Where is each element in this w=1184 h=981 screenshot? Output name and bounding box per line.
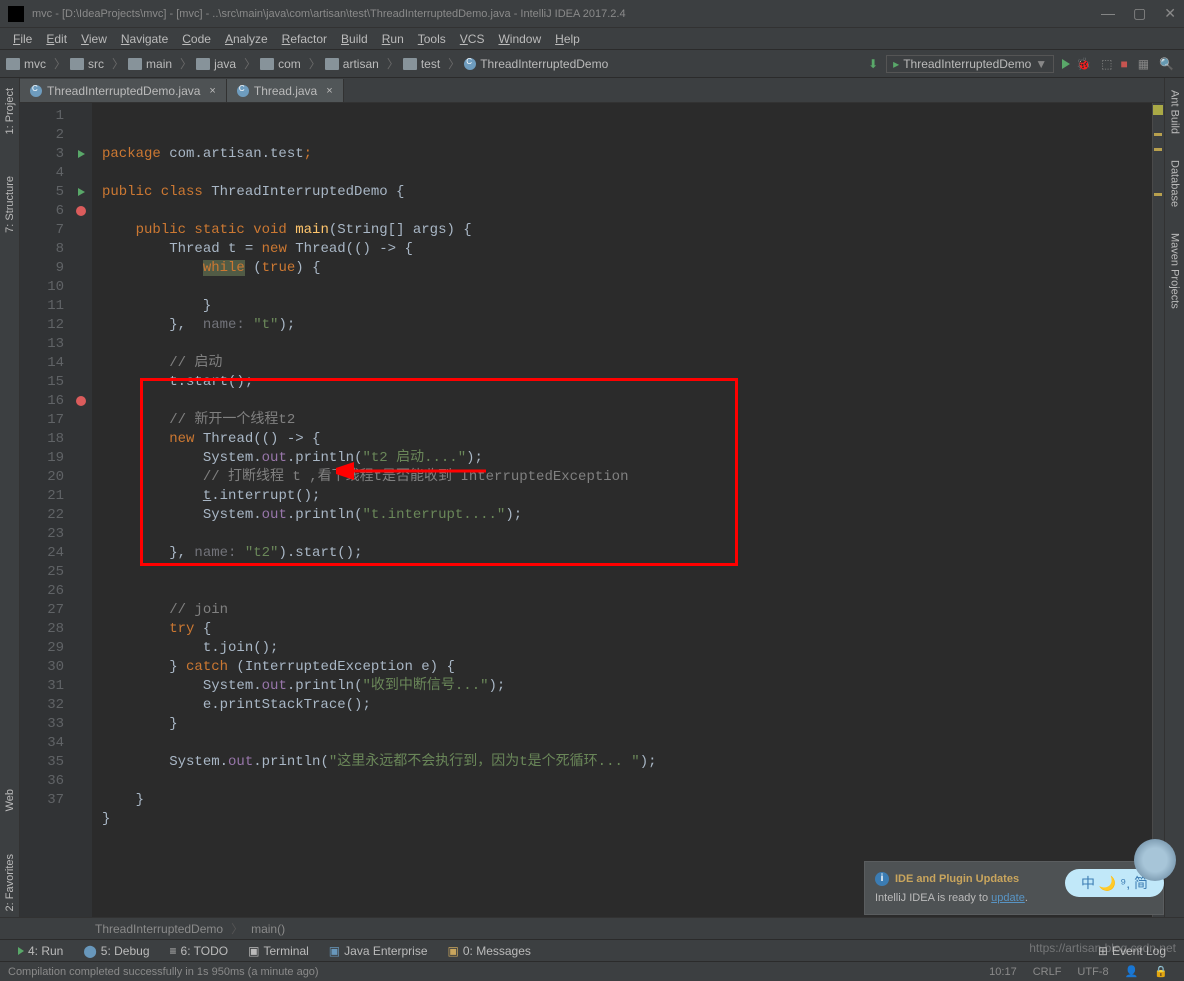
titlebar: mvc - [D:\IdeaProjects\mvc] - [mvc] - ..… bbox=[0, 0, 1184, 28]
info-icon: i bbox=[875, 872, 889, 886]
menu-help[interactable]: Help bbox=[548, 32, 587, 46]
breadcrumb-artisan[interactable]: artisan bbox=[325, 57, 379, 71]
sidetab-favorites[interactable]: 2: Favorites bbox=[2, 848, 18, 917]
menu-view[interactable]: View bbox=[74, 32, 114, 46]
search-icon[interactable]: 🔍 bbox=[1159, 57, 1174, 71]
sidetab-database[interactable]: Database bbox=[1167, 156, 1183, 211]
warning-marker[interactable] bbox=[1154, 133, 1162, 136]
status-message: Compilation completed successfully in 1s… bbox=[8, 966, 319, 978]
right-tool-gutter: Ant Build Database Maven Projects bbox=[1164, 78, 1184, 917]
tab-messages[interactable]: ▣0: Messages bbox=[438, 944, 541, 958]
breadcrumb-com[interactable]: com bbox=[260, 57, 301, 71]
tab-java-enterprise[interactable]: ▣Java Enterprise bbox=[319, 944, 438, 958]
notif-update-link[interactable]: update bbox=[991, 892, 1025, 904]
build-icon[interactable]: ⬇ bbox=[868, 57, 878, 71]
menu-code[interactable]: Code bbox=[175, 32, 218, 46]
tab-run[interactable]: 4: Run bbox=[8, 944, 73, 958]
code-editor[interactable]: 1234567891011121314151617181920212223242… bbox=[20, 103, 1164, 917]
line-gutter: 1234567891011121314151617181920212223242… bbox=[20, 103, 70, 917]
menubar: FileEditViewNavigateCodeAnalyzeRefactorB… bbox=[0, 28, 1184, 50]
run-config-selector[interactable]: ▸ ThreadInterruptedDemo ▼ bbox=[886, 55, 1054, 73]
warning-marker[interactable] bbox=[1154, 148, 1162, 151]
breakpoint-icon[interactable] bbox=[76, 396, 86, 406]
sidetab-structure[interactable]: 7: Structure bbox=[2, 170, 18, 239]
avatar-image bbox=[1134, 839, 1176, 881]
close-tab-icon[interactable]: × bbox=[326, 85, 332, 97]
sidetab-maven[interactable]: Maven Projects bbox=[1167, 229, 1183, 313]
breadcrumb-src[interactable]: src bbox=[70, 57, 104, 71]
code-text[interactable]: package com.artisan.test; public class T… bbox=[92, 103, 1152, 917]
debug-icon[interactable]: 🐞 bbox=[1076, 57, 1091, 71]
gutter-markers[interactable] bbox=[70, 103, 92, 917]
menu-tools[interactable]: Tools bbox=[411, 32, 453, 46]
notif-title: IDE and Plugin Updates bbox=[895, 873, 1019, 885]
window-title: mvc - [D:\IdeaProjects\mvc] - [mvc] - ..… bbox=[32, 8, 1101, 20]
breadcrumb-java[interactable]: java bbox=[196, 57, 236, 71]
tab-todo[interactable]: ≡6: TODO bbox=[160, 944, 239, 958]
bottom-breadcrumb: ThreadInterruptedDemo 〉 main() bbox=[0, 917, 1184, 939]
warning-marker[interactable] bbox=[1154, 193, 1162, 196]
menu-vcs[interactable]: VCS bbox=[453, 32, 492, 46]
minimize-button[interactable]: — bbox=[1101, 5, 1115, 22]
tab-terminal[interactable]: ▣Terminal bbox=[238, 944, 319, 958]
menu-window[interactable]: Window bbox=[491, 32, 548, 46]
event-log-button[interactable]: ⊞Event Log bbox=[1088, 944, 1176, 958]
crumb-method[interactable]: main() bbox=[251, 922, 285, 936]
menu-edit[interactable]: Edit bbox=[39, 32, 74, 46]
sidetab-project[interactable]: 1: Project bbox=[2, 82, 18, 140]
stop-icon[interactable]: ■ bbox=[1120, 57, 1127, 71]
line-separator[interactable]: CRLF bbox=[1025, 966, 1070, 978]
intellij-icon bbox=[8, 6, 24, 22]
maximize-button[interactable]: ▢ bbox=[1133, 5, 1146, 22]
class-icon bbox=[464, 58, 476, 70]
caret-position[interactable]: 10:17 bbox=[981, 966, 1025, 978]
bottom-toolbar: 4: Run ⬤5: Debug ≡6: TODO ▣Terminal ▣Jav… bbox=[0, 939, 1184, 961]
menu-analyze[interactable]: Analyze bbox=[218, 32, 275, 46]
analysis-indicator[interactable] bbox=[1153, 105, 1163, 115]
sidetab-web[interactable]: Web bbox=[2, 783, 18, 817]
editor-tab[interactable]: ThreadInterruptedDemo.java× bbox=[20, 79, 227, 102]
run-gutter-icon[interactable] bbox=[78, 188, 85, 196]
error-stripe[interactable] bbox=[1152, 103, 1164, 917]
sidetab-ant[interactable]: Ant Build bbox=[1167, 86, 1183, 138]
menu-navigate[interactable]: Navigate bbox=[114, 32, 175, 46]
menu-file[interactable]: File bbox=[6, 32, 39, 46]
breadcrumb-mvc[interactable]: mvc bbox=[6, 57, 46, 71]
editor-tabbar: ThreadInterruptedDemo.java×Thread.java× bbox=[20, 78, 1164, 103]
run-config-label: ThreadInterruptedDemo bbox=[903, 57, 1031, 71]
file-encoding[interactable]: UTF-8 bbox=[1069, 966, 1116, 978]
run-gutter-icon[interactable] bbox=[78, 150, 85, 158]
tab-debug[interactable]: ⬤5: Debug bbox=[73, 944, 159, 958]
statusbar: Compilation completed successfully in 1s… bbox=[0, 961, 1184, 981]
notif-body: IntelliJ IDEA is ready to bbox=[875, 892, 991, 904]
coverage-icon[interactable]: ⬚ bbox=[1101, 57, 1112, 71]
crumb-class[interactable]: ThreadInterruptedDemo bbox=[95, 922, 223, 936]
breadcrumb-test[interactable]: test bbox=[403, 57, 440, 71]
left-tool-gutter: 1: Project 7: Structure Web 2: Favorites bbox=[0, 78, 20, 917]
breadcrumb-file-label: ThreadInterruptedDemo bbox=[480, 57, 608, 71]
lock-icon[interactable]: 🔒 bbox=[1146, 965, 1176, 978]
close-button[interactable]: ✕ bbox=[1164, 5, 1176, 22]
run-button[interactable] bbox=[1062, 59, 1070, 69]
menu-build[interactable]: Build bbox=[334, 32, 375, 46]
breadcrumb-main[interactable]: main bbox=[128, 57, 172, 71]
layout-icon[interactable]: ▦ bbox=[1138, 57, 1149, 71]
inspector-icon[interactable]: 👤 bbox=[1117, 965, 1147, 978]
breakpoint-icon[interactable] bbox=[76, 206, 86, 216]
editor-tab[interactable]: Thread.java× bbox=[227, 79, 344, 102]
breadcrumb-file[interactable]: ThreadInterruptedDemo bbox=[464, 57, 608, 71]
menu-run[interactable]: Run bbox=[375, 32, 411, 46]
close-tab-icon[interactable]: × bbox=[209, 85, 215, 97]
menu-refactor[interactable]: Refactor bbox=[275, 32, 334, 46]
toolbar: mvc〉src〉main〉java〉com〉artisan〉test〉 Thre… bbox=[0, 50, 1184, 78]
